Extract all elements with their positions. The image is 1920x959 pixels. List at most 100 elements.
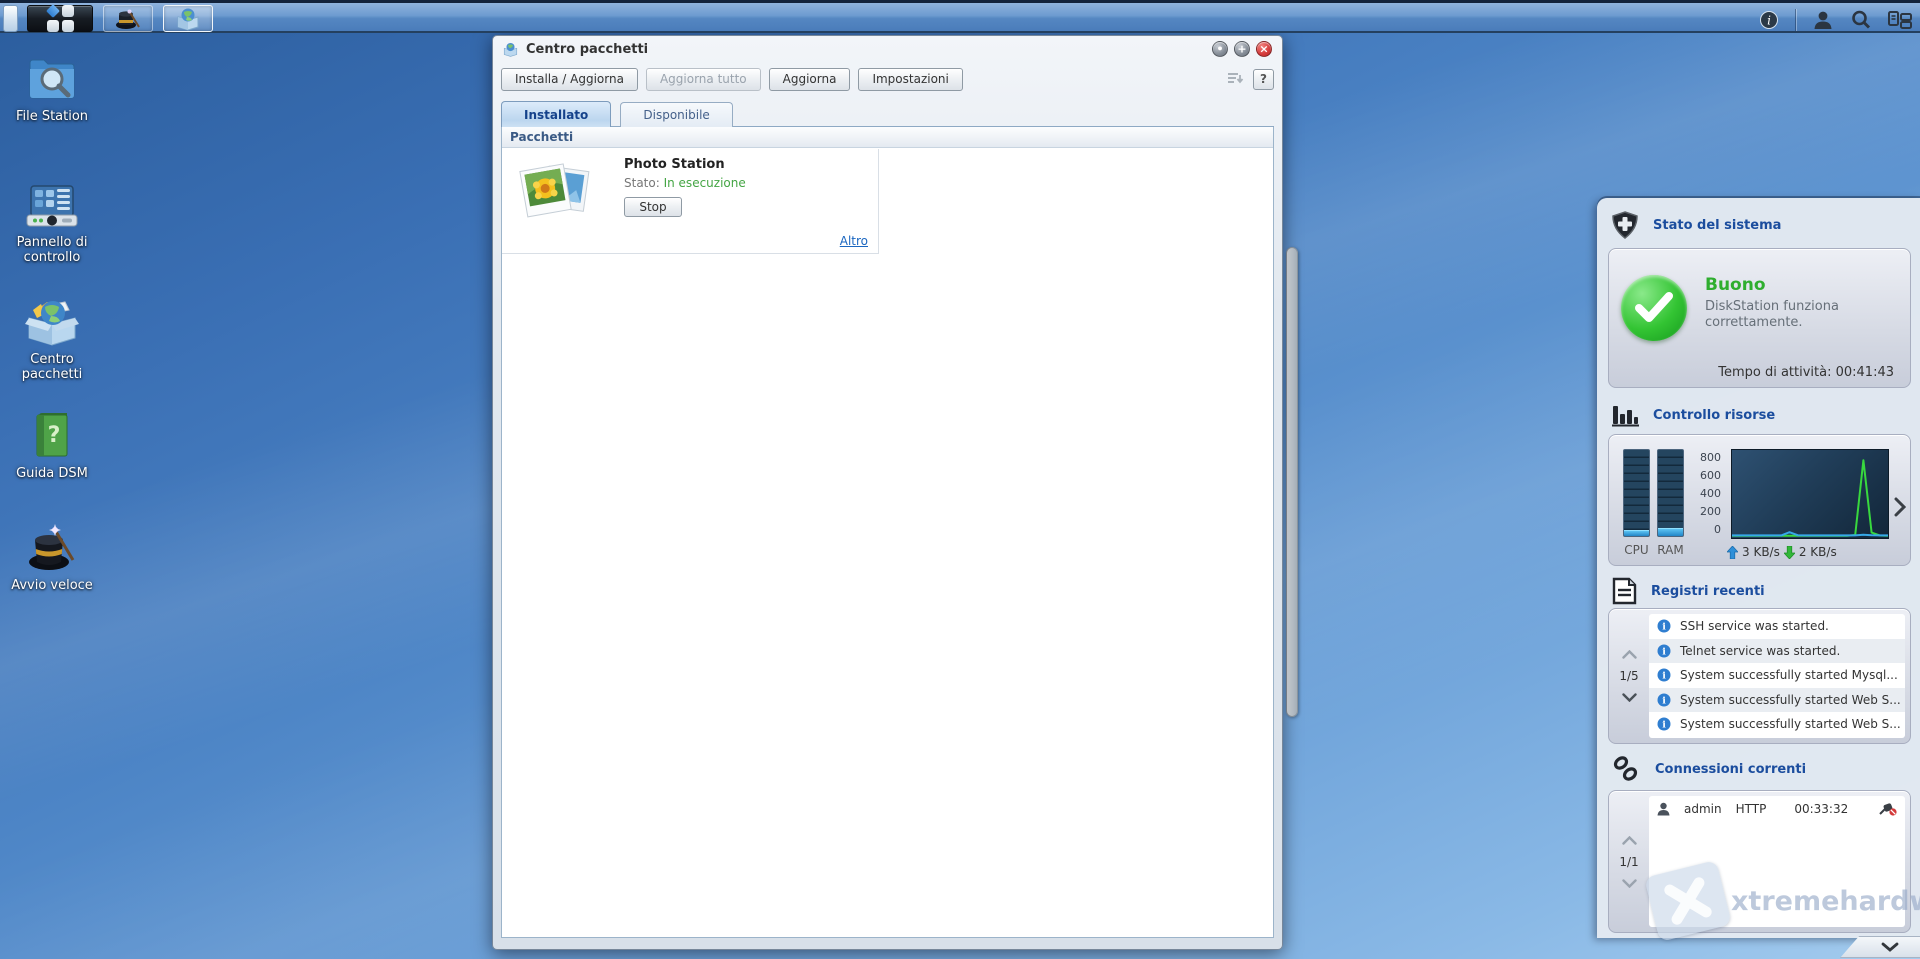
- status-label: Stato:: [624, 176, 660, 190]
- widget-title: Stato del sistema: [1653, 218, 1781, 233]
- info-log-icon: i: [1657, 644, 1671, 658]
- connection-row[interactable]: admin HTTP 00:33:32: [1649, 796, 1905, 822]
- tab-strip: Installato Disponibile: [501, 100, 1274, 127]
- desktop-icon-quick-start[interactable]: Avvio veloce: [0, 522, 104, 593]
- svg-text:i: i: [1662, 671, 1666, 682]
- next-page-chevron[interactable]: [1894, 497, 1906, 517]
- network-graph-yticks: 800 600 400 200 0: [1693, 452, 1727, 536]
- cpu-gauge-fill: [1624, 530, 1649, 536]
- scrollbar-thumb[interactable]: [1286, 247, 1298, 717]
- cpu-label: CPU: [1623, 543, 1650, 557]
- stop-button[interactable]: Stop: [624, 197, 682, 217]
- recent-logs-header: Registri recenti: [1611, 576, 1765, 606]
- status-ok-icon: [1621, 275, 1687, 341]
- install-update-button[interactable]: Installa / Aggiorna: [501, 68, 638, 91]
- connection-protocol: HTTP: [1736, 802, 1767, 816]
- network-graph: [1731, 449, 1889, 539]
- window-controls: • + ×: [1212, 41, 1272, 57]
- system-status-header: Stato del sistema: [1611, 210, 1781, 240]
- taskbar-app-package-center[interactable]: [163, 5, 213, 32]
- collapse-chevron-down-icon: [1881, 942, 1899, 952]
- help-button[interactable]: ?: [1253, 69, 1274, 90]
- search-icon[interactable]: [1850, 9, 1872, 31]
- log-row[interactable]: i Telnet service was started.: [1649, 639, 1905, 664]
- update-all-button[interactable]: Aggiorna tutto: [646, 68, 761, 91]
- taskbar-app-quick-start[interactable]: [103, 5, 153, 32]
- desktop-icon-label: Centro pacchetti: [0, 352, 104, 382]
- widget-title: Connessioni correnti: [1655, 762, 1806, 777]
- window-titlebar[interactable]: Centro pacchetti: [493, 36, 1282, 62]
- package-center-desktop-icon: [25, 298, 79, 346]
- svg-text:i: i: [1662, 720, 1666, 731]
- shield-icon: [1611, 211, 1639, 239]
- network-legend: 3 KB/s 2 KB/s: [1727, 545, 1837, 559]
- minimize-button[interactable]: •: [1212, 41, 1228, 57]
- svg-text:i: i: [1662, 695, 1666, 706]
- logs-page-indicator: 1/5: [1619, 669, 1638, 683]
- log-row[interactable]: i System successfully started Web S...: [1649, 688, 1905, 713]
- package-card-photo-station[interactable]: Photo Station Stato: In esecuzione Stop …: [502, 149, 879, 254]
- sort-icon[interactable]: [1227, 72, 1245, 86]
- svg-text:i: i: [1662, 646, 1666, 657]
- download-rate: 2 KB/s: [1799, 545, 1837, 559]
- recent-logs-box: 1/5 i SSH service was started. i Telnet …: [1608, 608, 1911, 744]
- info-icon[interactable]: i: [1759, 10, 1779, 30]
- maximize-button[interactable]: +: [1234, 41, 1250, 57]
- connection-time: 00:33:32: [1794, 802, 1848, 816]
- svg-text:i: i: [1662, 622, 1666, 633]
- resource-monitor-header: Controllo risorse: [1611, 400, 1775, 430]
- close-button[interactable]: ×: [1256, 41, 1272, 57]
- package-center-icon: [175, 7, 201, 31]
- desktop-icon-file-station[interactable]: File Station: [0, 55, 104, 124]
- magic-hat-icon: [115, 7, 141, 31]
- log-row[interactable]: i System successfully started Web S...: [1649, 712, 1905, 737]
- pager-up-chevron[interactable]: [1622, 836, 1637, 845]
- user-icon[interactable]: [1812, 9, 1834, 31]
- bar-chart-icon: [1611, 402, 1639, 428]
- taskbar-right-icons: i: [1759, 6, 1912, 33]
- desktop-icon-control-panel[interactable]: Pannello di controllo: [0, 183, 104, 265]
- package-list-panel: Pacchetti: [501, 127, 1274, 938]
- pager-up-chevron[interactable]: [1622, 650, 1637, 659]
- disconnect-icon[interactable]: [1879, 802, 1897, 816]
- connections-page-indicator: 1/1: [1619, 855, 1638, 869]
- widget-panel-collapse-handle[interactable]: [1840, 936, 1920, 958]
- taskbar-separator: [1795, 9, 1796, 31]
- list-header: Pacchetti: [502, 127, 1273, 148]
- connections-header: Connessioni correnti: [1611, 754, 1806, 784]
- main-menu-button[interactable]: [27, 5, 93, 32]
- dsm-help-icon: ?: [29, 412, 75, 460]
- network-graph-svg: [1732, 450, 1888, 538]
- log-row[interactable]: i SSH service was started.: [1649, 614, 1905, 639]
- connection-rows: admin HTTP 00:33:32: [1649, 796, 1905, 927]
- ram-gauge-fill: [1658, 528, 1683, 536]
- desktop-icon-package-center[interactable]: Centro pacchetti: [0, 298, 104, 382]
- upload-rate: 3 KB/s: [1742, 545, 1780, 559]
- tab-available[interactable]: Disponibile: [620, 102, 732, 128]
- package-center-window: Centro pacchetti • + × Installa / Aggior…: [492, 35, 1283, 950]
- uptime: Tempo di attività: 00:41:43: [1718, 365, 1894, 380]
- desktop-icon-label: Avvio veloce: [0, 578, 104, 593]
- pilot-view-icon[interactable]: [1888, 10, 1912, 30]
- desktop-icon-label: File Station: [0, 109, 104, 124]
- more-link[interactable]: Altro: [840, 234, 868, 248]
- resource-monitor-box: CPU RAM 800 600 400 200 0 3 KB/s 2 K: [1608, 434, 1911, 566]
- system-status-description: DiskStation funziona correttamente.: [1705, 299, 1885, 331]
- desktop-icon-dsm-help[interactable]: ? Guida DSM: [0, 412, 104, 481]
- desktop-icon-label: Guida DSM: [0, 466, 104, 481]
- pager-down-chevron[interactable]: [1622, 879, 1637, 888]
- window-toolbar: Installa / Aggiorna Aggiorna tutto Aggio…: [501, 65, 1274, 93]
- status-value: In esecuzione: [664, 176, 746, 190]
- svg-text:i: i: [1767, 13, 1771, 27]
- update-button[interactable]: Aggiorna: [769, 68, 851, 91]
- widget-title: Controllo risorse: [1653, 408, 1775, 423]
- pager-down-chevron[interactable]: [1622, 693, 1637, 702]
- window-title: Centro pacchetti: [526, 42, 648, 57]
- desktop: i File: [0, 0, 1920, 959]
- log-row[interactable]: i System successfully started Mysql...: [1649, 663, 1905, 688]
- tab-installed[interactable]: Installato: [501, 101, 611, 128]
- package-status: Stato: In esecuzione: [624, 176, 746, 190]
- svg-text:?: ?: [48, 423, 61, 448]
- settings-button[interactable]: Impostazioni: [858, 68, 962, 91]
- show-desktop-button[interactable]: [3, 5, 18, 32]
